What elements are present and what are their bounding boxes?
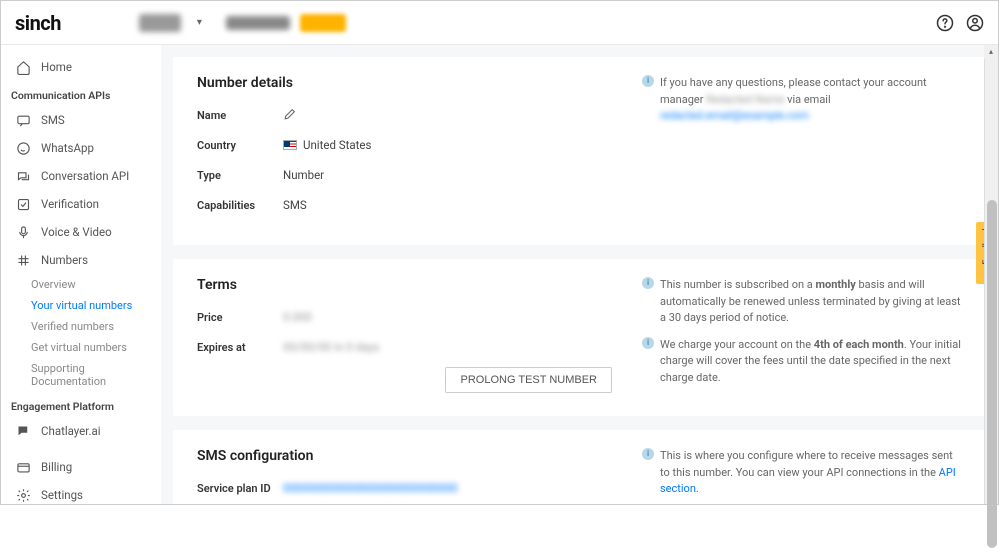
sidebar-sub-verified[interactable]: Verified numbers — [1, 316, 161, 337]
chatlayer-icon — [15, 423, 31, 439]
sidebar-item-billing[interactable]: Billing — [1, 453, 161, 481]
price-label: Price — [197, 311, 283, 324]
type-value: Number — [283, 168, 324, 182]
conversation-icon — [15, 168, 31, 184]
voice-icon — [15, 224, 31, 240]
sidebar-item-home[interactable]: Home — [1, 53, 161, 81]
expires-label: Expires at — [197, 341, 283, 354]
country-label: Country — [197, 139, 283, 152]
sidebar-sub-your-numbers[interactable]: Your virtual numbers — [1, 295, 161, 316]
terms-card: Terms Price 0.000 Expires at 00/00/00 in… — [173, 259, 986, 416]
user-icon[interactable] — [966, 14, 984, 32]
sidebar-label: WhatsApp — [41, 141, 94, 155]
sidebar-label: Voice & Video — [41, 225, 112, 239]
verification-icon — [15, 196, 31, 212]
type-label: Type — [197, 169, 283, 182]
card-title: Terms — [197, 277, 612, 293]
capabilities-label: Capabilities — [197, 199, 283, 212]
sidebar-item-voice[interactable]: Voice & Video — [1, 218, 161, 246]
sms-icon — [15, 112, 31, 128]
name-label: Name — [197, 109, 283, 122]
scrollbar[interactable]: ▴ — [984, 45, 998, 504]
gear-icon — [15, 487, 31, 503]
logo: sinch — [15, 11, 61, 35]
terms-info-2: We charge your account on the 4th of eac… — [660, 337, 962, 387]
capabilities-value: SMS — [283, 198, 307, 212]
scroll-up-icon[interactable]: ▴ — [984, 45, 998, 59]
country-value: United States — [303, 138, 371, 152]
sidebar-label: Billing — [41, 460, 72, 474]
sidebar-sub-docs[interactable]: Supporting Documentation — [1, 358, 161, 392]
help-icon[interactable] — [936, 14, 954, 32]
sidebar-label: Numbers — [41, 253, 88, 267]
edit-name-icon[interactable] — [283, 108, 297, 122]
sms-config-card: SMS configuration Service plan ID 000000… — [173, 430, 986, 504]
sidebar-label: Settings — [41, 488, 83, 502]
info-icon: i — [642, 448, 654, 460]
sidebar-item-numbers[interactable]: Numbers — [1, 246, 161, 274]
sidebar-label: Chatlayer.ai — [41, 424, 101, 438]
sidebar-sub-overview[interactable]: Overview — [1, 274, 161, 295]
sidebar-item-whatsapp[interactable]: WhatsApp — [1, 134, 161, 162]
sidebar-label: Conversation API — [41, 169, 129, 183]
card-title: Number details — [197, 75, 612, 91]
details-info-text: If you have any questions, please contac… — [660, 75, 962, 125]
topbar: sinch ▾ — [1, 1, 998, 45]
sidebar-sub-get[interactable]: Get virtual numbers — [1, 337, 161, 358]
info-icon: i — [642, 75, 654, 87]
sidebar-label: SMS — [41, 113, 65, 127]
sidebar-item-conversation[interactable]: Conversation API — [1, 162, 161, 190]
sidebar-section-communication: Communication APIs — [1, 81, 161, 106]
scrollbar-thumb[interactable] — [987, 200, 997, 548]
sidebar-item-chatlayer[interactable]: Chatlayer.ai — [1, 417, 161, 445]
sidebar-item-sms[interactable]: SMS — [1, 106, 161, 134]
whatsapp-icon — [15, 140, 31, 156]
sms-config-info: This is where you configure where to rec… — [660, 448, 962, 498]
billing-icon — [15, 459, 31, 475]
sidebar-item-settings[interactable]: Settings — [1, 481, 161, 504]
home-icon — [15, 59, 31, 75]
numbers-icon — [15, 252, 31, 268]
serviceplan-label: Service plan ID — [197, 482, 283, 495]
account-switcher[interactable]: ▾ — [139, 14, 346, 32]
sidebar-item-verification[interactable]: Verification — [1, 190, 161, 218]
terms-info-1: This number is subscribed on a monthly b… — [660, 277, 962, 327]
main-content: Number details Name Country United State… — [161, 45, 998, 504]
sidebar: Home Communication APIs SMS WhatsApp Con… — [1, 45, 161, 504]
number-details-card: Number details Name Country United State… — [173, 57, 986, 245]
sidebar-label: Home — [41, 60, 72, 74]
chevron-down-icon: ▾ — [197, 17, 202, 28]
sidebar-section-engagement: Engagement Platform — [1, 392, 161, 417]
card-title: SMS configuration — [197, 448, 612, 464]
prolong-button[interactable]: PROLONG TEST NUMBER — [445, 367, 612, 393]
us-flag-icon — [283, 140, 297, 150]
sidebar-label: Verification — [41, 197, 99, 211]
info-icon: i — [642, 337, 654, 349]
info-icon: i — [642, 277, 654, 289]
